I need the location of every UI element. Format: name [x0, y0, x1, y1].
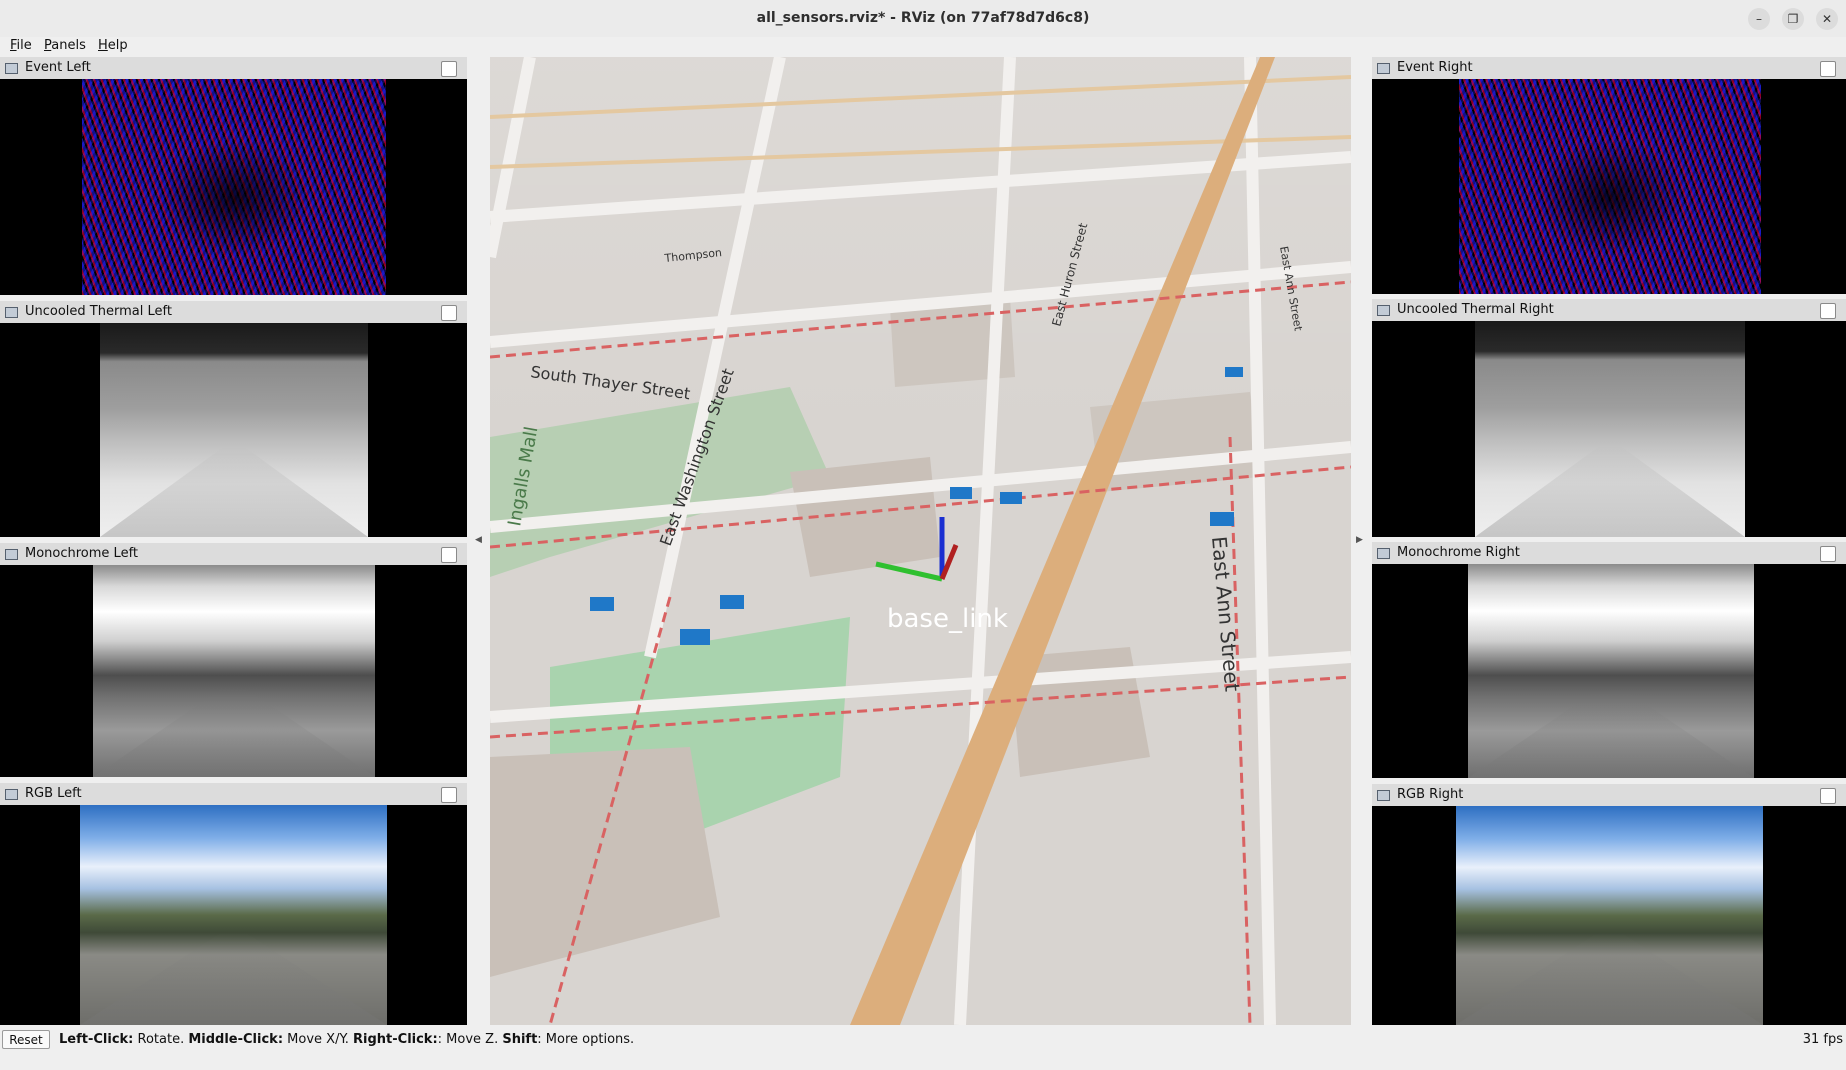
render-view[interactable]: South Thayer Street East Washington Stre… [490, 57, 1351, 1025]
menu-file[interactable]: File [10, 38, 32, 53]
panel-event-left[interactable]: Event Left [0, 57, 467, 295]
panel-title: Monochrome Left [25, 546, 139, 561]
event-camera-image [82, 79, 386, 295]
float-checkbox[interactable] [1820, 61, 1836, 77]
float-checkbox[interactable] [441, 305, 457, 321]
panel-title: RGB Left [25, 786, 82, 801]
collapse-right-icon[interactable]: ▶ [1356, 535, 1363, 545]
menu-panels[interactable]: Panels [44, 38, 86, 53]
menu-bar: File Panels Help [0, 37, 1846, 57]
panel-title: Event Right [1397, 60, 1473, 75]
road-shape [1475, 446, 1745, 537]
image-icon [1377, 63, 1390, 74]
window-titlebar: all_sensors.rviz* - RViz (on 77af78d7d6c… [0, 0, 1846, 38]
mouse-hint: Left-Click: Rotate. Middle-Click: Move X… [59, 1032, 634, 1047]
panel-title-bar: Uncooled Thermal Left [0, 301, 467, 323]
street-label: East Ann Street [1277, 245, 1305, 332]
road-shape [100, 447, 368, 537]
panel-title-bar: Event Right [1372, 57, 1846, 79]
panel-title: Event Left [25, 60, 91, 75]
hint-text: : Move Z. [437, 1032, 503, 1047]
collapse-left-icon[interactable]: ◀ [475, 535, 482, 545]
image-icon [5, 549, 18, 560]
hint-text: Rotate. [133, 1032, 189, 1047]
monochrome-camera-image [93, 565, 375, 777]
hint-text: Move X/Y. [283, 1032, 354, 1047]
hint-key: Middle-Click: [188, 1032, 284, 1047]
panel-title-bar: Monochrome Right [1372, 542, 1846, 564]
image-icon [1377, 790, 1390, 801]
panel-title-bar: Event Left [0, 57, 467, 79]
monochrome-camera-image [1468, 564, 1754, 778]
image-icon [1377, 548, 1390, 559]
panel-title-bar: Monochrome Left [0, 543, 467, 565]
float-checkbox[interactable] [1820, 788, 1836, 804]
panel-thermal-right[interactable]: Uncooled Thermal Right [1372, 299, 1846, 537]
fps-counter: 31 fps [1802, 1032, 1843, 1047]
panel-mono-right[interactable]: Monochrome Right [1372, 542, 1846, 778]
float-checkbox[interactable] [441, 787, 457, 803]
panel-title: Uncooled Thermal Left [25, 304, 172, 319]
float-checkbox[interactable] [441, 547, 457, 563]
float-checkbox[interactable] [441, 61, 457, 77]
panel-title-bar: RGB Right [1372, 784, 1846, 806]
hint-key: Left-Click: [59, 1032, 134, 1047]
panel-rgb-left[interactable]: RGB Left [0, 783, 467, 1025]
hint-key: Right-Click: [353, 1032, 438, 1047]
frame-label: base_link [887, 604, 1008, 634]
road-shape [1468, 688, 1754, 778]
panel-title-bar: Uncooled Thermal Right [1372, 299, 1846, 321]
thermal-camera-image [1475, 321, 1745, 537]
event-camera-image [1459, 79, 1761, 294]
map-tiles: South Thayer Street East Washington Stre… [490, 57, 1351, 1025]
restore-icon[interactable]: ❐ [1782, 8, 1804, 30]
right-splitter[interactable]: ▶ [1351, 60, 1369, 1070]
window-title: all_sensors.rviz* - RViz (on 77af78d7d6c… [756, 10, 1090, 26]
left-splitter[interactable]: ◀ [470, 60, 488, 1070]
thermal-camera-image [100, 323, 368, 537]
minimize-icon[interactable]: – [1748, 8, 1770, 30]
image-icon [5, 789, 18, 800]
float-checkbox[interactable] [1820, 303, 1836, 319]
hint-text: : More options. [537, 1032, 635, 1047]
panel-rgb-right[interactable]: RGB Right [1372, 784, 1846, 1025]
road-shape [80, 932, 387, 1025]
menu-help[interactable]: Help [98, 38, 128, 53]
close-icon[interactable]: ✕ [1816, 8, 1838, 30]
street-label: South Thayer Street [529, 362, 691, 403]
street-label: East Huron Street [1049, 221, 1090, 328]
rgb-camera-image [1456, 806, 1763, 1025]
panel-mono-left[interactable]: Monochrome Left [0, 543, 467, 777]
status-bar: Reset Left-Click: Rotate. Middle-Click: … [0, 1029, 1846, 1053]
road-shape [1456, 933, 1763, 1025]
street-label: Thompson [663, 246, 723, 265]
reset-button[interactable]: Reset [2, 1030, 50, 1049]
panel-title-bar: RGB Left [0, 783, 467, 805]
image-icon [5, 63, 18, 74]
road-shape [93, 687, 375, 777]
image-icon [1377, 305, 1390, 316]
float-checkbox[interactable] [1820, 546, 1836, 562]
panel-event-right[interactable]: Event Right [1372, 57, 1846, 294]
hint-key: Shift [502, 1032, 538, 1047]
image-icon [5, 307, 18, 318]
panel-thermal-left[interactable]: Uncooled Thermal Left [0, 301, 467, 537]
panel-title: Uncooled Thermal Right [1397, 302, 1554, 317]
rgb-camera-image [80, 805, 387, 1025]
panel-title: RGB Right [1397, 787, 1464, 802]
panel-title: Monochrome Right [1397, 545, 1520, 560]
